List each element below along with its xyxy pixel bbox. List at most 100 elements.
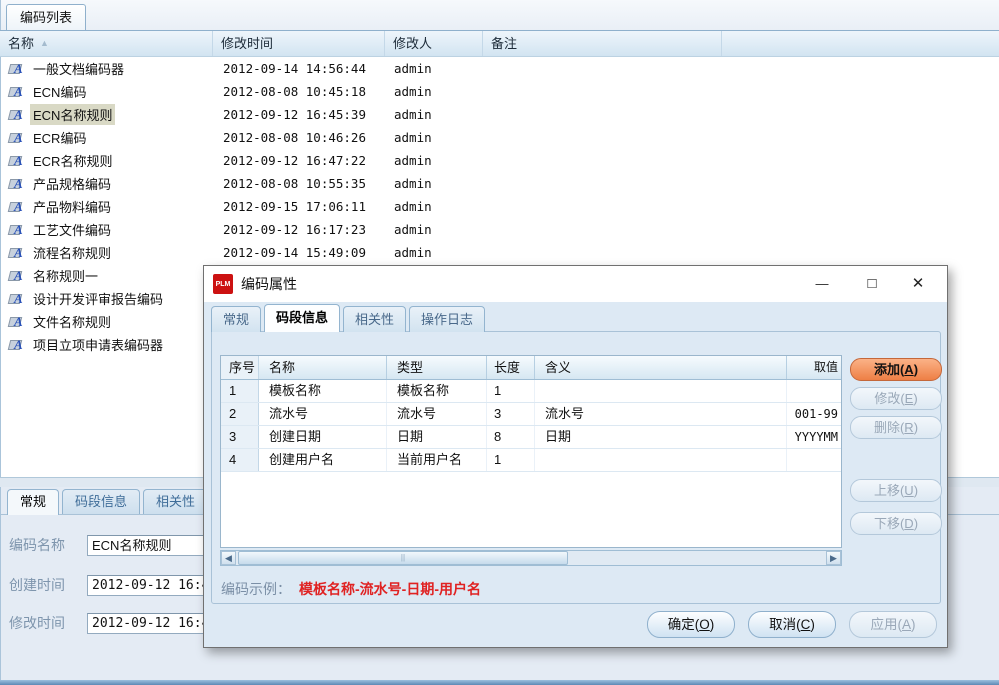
list-cell-name: A一般文档编码器 [1,58,214,79]
code-example-value: 模板名称-流水号-日期-用户名 [299,579,481,599]
list-cell-user: admin [386,84,484,99]
delete-button[interactable]: 删除(R) [850,416,942,439]
list-row-label: 产品规格编码 [30,173,114,194]
code-rule-icon: A [8,176,25,191]
column-header-name-label: 名称 [8,31,34,56]
cancel-button-pre: 取消( [769,617,801,632]
modify-button[interactable]: 修改(E) [850,387,942,410]
list-cell-user: admin [386,61,484,76]
seg-cell-name: 流水号 [259,403,387,425]
list-row-label: 流程名称规则 [30,242,114,263]
move-down-button-pre: 下移( [874,516,904,531]
list-row[interactable]: A一般文档编码器2012-09-14 14:56:44admin [1,57,999,80]
segment-row[interactable]: 1模板名称模板名称1 [221,380,841,403]
code-rule-icon: A [8,130,25,145]
column-header-note[interactable]: 备注 [483,31,722,56]
move-up-button-key: U [904,483,913,498]
code-rule-icon-letter: A [14,337,23,353]
list-cell-name: AECN编码 [1,81,214,102]
list-row[interactable]: AECR编码2012-08-08 10:46:26admin [1,126,999,149]
dialog-tab-content: 序号 名称 类型 长度 含义 取值 1模板名称模板名称12流水号流水号3流水号0… [211,331,941,604]
scroll-left-icon[interactable]: ◀ [221,551,236,565]
segment-row[interactable]: 2流水号流水号3流水号001-99 [221,403,841,426]
seg-cell-seq: 4 [221,449,259,471]
dialog-titlebar[interactable]: PLM 编码属性 — □ ✕ [204,266,947,302]
apply-button[interactable]: 应用(A) [849,611,937,638]
list-row-label: 名称规则一 [30,265,101,286]
scrollbar-thumb[interactable]: || [238,551,568,565]
list-row[interactable]: AECR名称规则2012-09-12 16:47:22admin [1,149,999,172]
seg-cell-value [787,380,839,402]
list-cell-time: 2012-09-14 15:49:09 [214,245,386,260]
delete-button-pre: 删除( [874,420,904,435]
seg-col-value[interactable]: 取值 [787,356,839,379]
close-icon[interactable]: ✕ [901,266,935,302]
list-row[interactable]: A产品规格编码2012-08-08 10:55:35admin [1,172,999,195]
code-rule-icon-letter: A [14,176,23,192]
seg-cell-seq: 3 [221,426,259,448]
detail-tab-码段信息[interactable]: 码段信息 [62,489,140,514]
list-cell-name: A ECR编码 [1,127,214,148]
seg-cell-meaning: 日期 [535,426,787,448]
cancel-button[interactable]: 取消(C) [748,611,836,638]
code-rule-icon: A [8,153,25,168]
modify-button-post: ) [913,391,917,406]
list-row[interactable]: AECN名称规则2012-09-12 16:45:39admin [1,103,999,126]
dialog-tab-操作日志[interactable]: 操作日志 [409,306,485,332]
column-header-filler [722,31,999,56]
code-rule-icon: A [8,337,25,352]
code-list-header: 名称 ▲ 修改时间 修改人 备注 [0,30,999,57]
dialog-tab-常规[interactable]: 常规 [211,306,261,332]
ok-button-post: ) [710,617,715,632]
maximize-icon[interactable]: □ [855,266,889,302]
segment-table-header: 序号 名称 类型 长度 含义 取值 [221,356,841,380]
move-down-button[interactable]: 下移(D) [850,512,942,535]
column-header-time[interactable]: 修改时间 [213,31,385,56]
seg-col-name[interactable]: 名称 [259,356,387,379]
seg-col-seq[interactable]: 序号 [221,356,259,379]
detail-tab-相关性[interactable]: 相关性 [143,489,208,514]
column-header-user[interactable]: 修改人 [385,31,483,56]
scroll-right-icon[interactable]: ▶ [826,551,841,565]
seg-cell-name: 创建用户名 [259,449,387,471]
list-row-label: ECR名称规则 [30,150,115,171]
seg-col-type[interactable]: 类型 [387,356,487,379]
segment-row[interactable]: 3创建日期日期8日期YYYYMM [221,426,841,449]
code-rule-icon-letter: A [14,130,23,146]
dialog-title: 编码属性 [241,274,297,294]
seg-col-meaning[interactable]: 含义 [535,356,787,379]
list-row-label: ECR编码 [30,127,89,148]
create-time-label: 创建时间 [9,575,87,595]
code-rule-icon: A [8,61,25,76]
move-down-button-key: D [904,516,913,531]
seg-cell-seq: 1 [221,380,259,402]
detail-tab-常规[interactable]: 常规 [7,489,59,515]
column-header-name[interactable]: 名称 ▲ [0,31,213,56]
add-button-post: ) [914,362,918,377]
code-rule-icon: A [8,199,25,214]
list-row[interactable]: A工艺文件编码2012-09-12 16:17:23admin [1,218,999,241]
list-row[interactable]: AECN编码2012-08-08 10:45:18admin [1,80,999,103]
code-rule-icon: A [8,268,25,283]
tab-code-list[interactable]: 编码列表 [6,4,86,30]
list-cell-name: A 名称规则一 [1,265,214,286]
list-cell-name: A 产品规格编码 [1,173,214,194]
move-up-button-post: ) [914,483,918,498]
horizontal-scrollbar[interactable]: ◀ || ▶ [220,550,842,566]
segment-row[interactable]: 4创建用户名当前用户名1 [221,449,841,472]
minimize-icon[interactable]: — [805,266,839,302]
list-row-label: 工艺文件编码 [30,219,114,240]
move-up-button[interactable]: 上移(U) [850,479,942,502]
dialog-tab-相关性[interactable]: 相关性 [343,306,406,332]
segment-table-body: 1模板名称模板名称12流水号流水号3流水号001-993创建日期日期8日期YYY… [221,380,841,472]
list-row[interactable]: A产品物料编码2012-09-15 17:06:11admin [1,195,999,218]
code-rule-icon-letter: A [14,153,23,169]
list-row-label: 文件名称规则 [30,311,114,332]
seg-col-length[interactable]: 长度 [487,356,535,379]
seg-cell-length: 3 [487,403,535,425]
add-button[interactable]: 添加(A) [850,358,942,381]
code-example-row: 编码示例： 模板名称-流水号-日期-用户名 [221,579,481,599]
ok-button[interactable]: 确定(O) [647,611,735,638]
list-row[interactable]: A流程名称规则2012-09-14 15:49:09admin [1,241,999,264]
dialog-tab-码段信息[interactable]: 码段信息 [264,304,340,332]
